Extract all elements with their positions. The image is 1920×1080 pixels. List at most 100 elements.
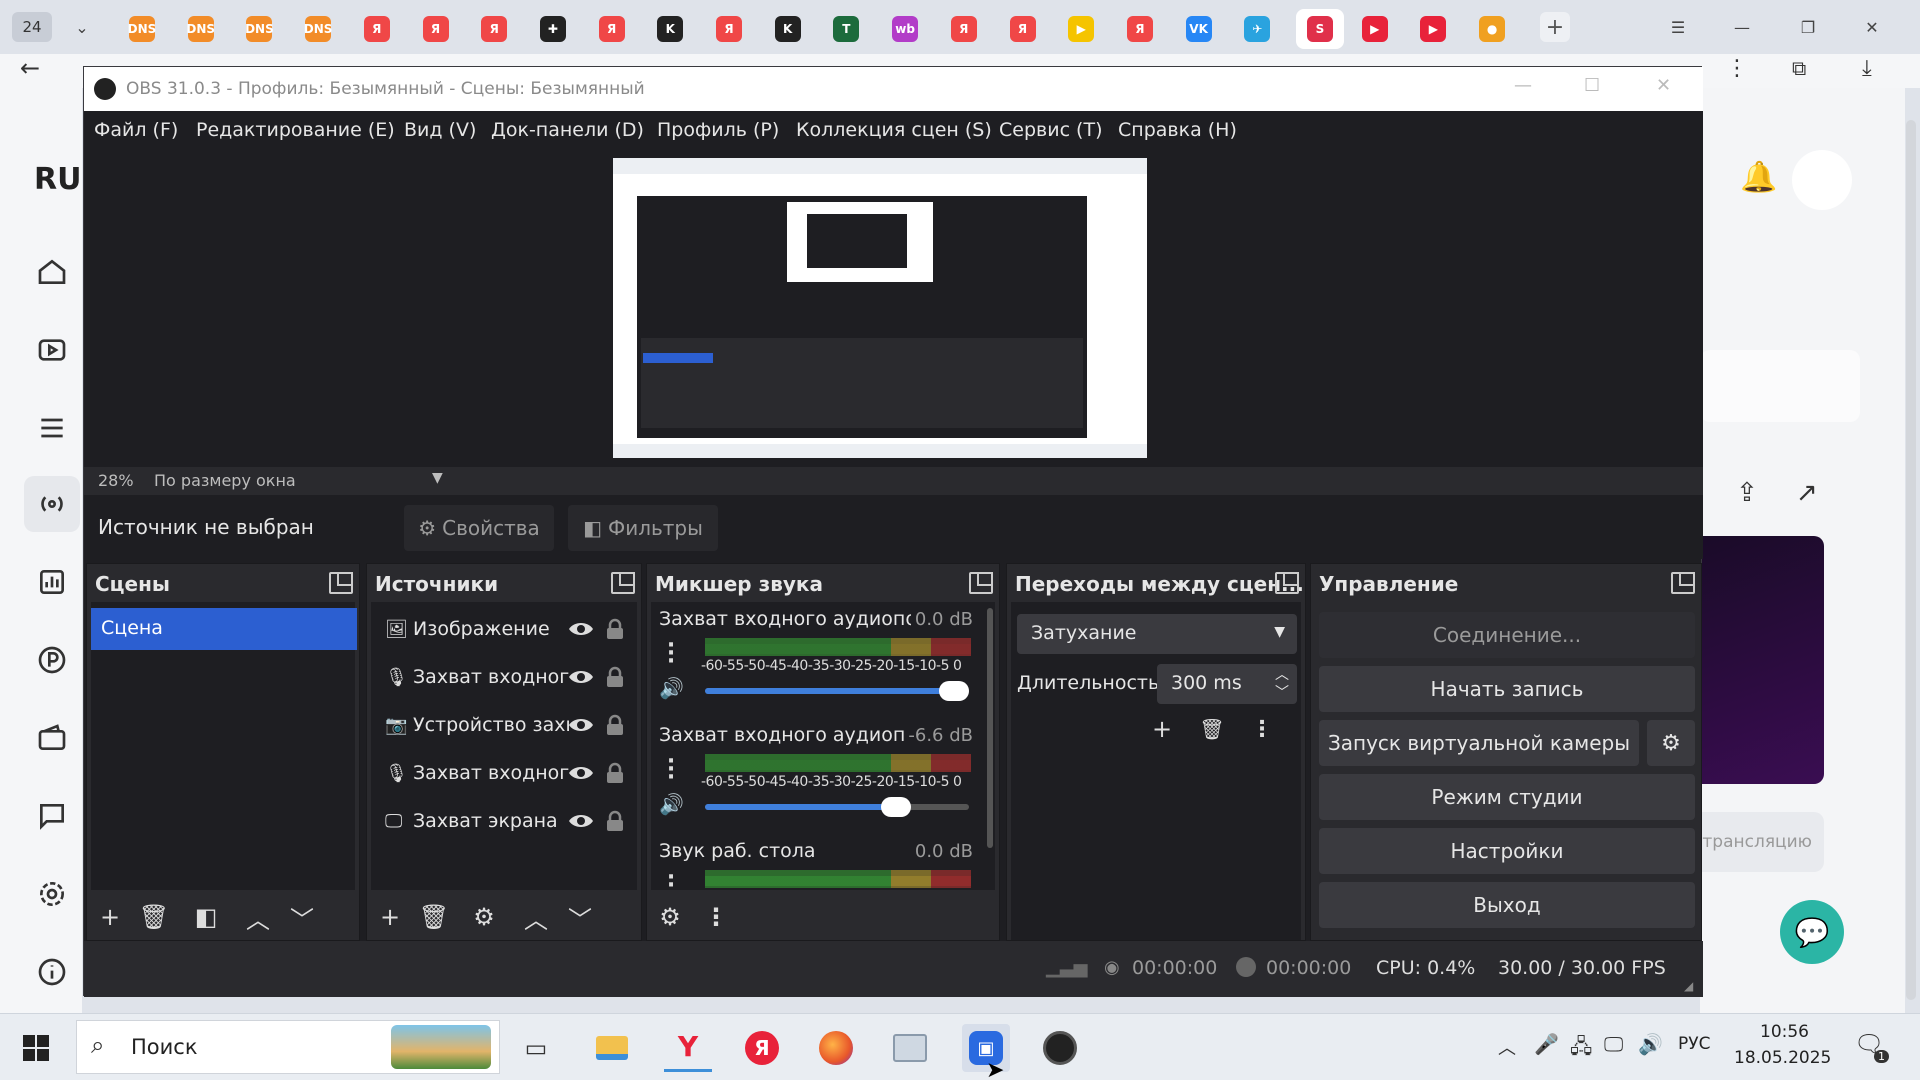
back-arrow-icon[interactable]: ← [20, 54, 40, 82]
browser-tab[interactable]: ▶ [1413, 9, 1453, 49]
scene-item[interactable]: Сцена [91, 608, 357, 650]
filters-button[interactable]: ◧ Фильтры [568, 505, 718, 551]
menu-tools[interactable]: Сервис (T) [999, 119, 1102, 141]
lock-icon[interactable] [605, 714, 625, 736]
speaker-icon[interactable]: 🔊 [659, 676, 684, 700]
source-item[interactable]: 🎙Захват входного аудиопотока [379, 658, 629, 698]
download-icon[interactable]: ⤓ [1862, 56, 1872, 81]
properties-button[interactable]: ⚙ Свойства [404, 505, 554, 551]
virtual-camera-gear-icon[interactable]: ⚙ [1647, 720, 1695, 766]
eye-icon[interactable] [567, 762, 595, 784]
eye-icon[interactable] [567, 810, 595, 832]
browser-tab[interactable]: Я [1120, 9, 1160, 49]
menu-view[interactable]: Вид (V) [404, 119, 476, 141]
gear-icon[interactable]: ⚙ [467, 900, 501, 934]
spin-up-icon[interactable]: ︿ [1275, 664, 1289, 684]
obs-maximize-icon[interactable]: ☐ [1584, 75, 1600, 96]
eye-icon[interactable] [567, 714, 595, 736]
volume-slider[interactable] [705, 681, 969, 701]
start-virtual-camera-button[interactable]: Запуск виртуальной камеры [1319, 720, 1639, 766]
trash-icon[interactable]: 🗑 [417, 900, 451, 934]
browser-tab[interactable]: Я [357, 9, 397, 49]
browser-tab[interactable]: T [826, 9, 866, 49]
speaker-icon[interactable]: 🔊 [659, 792, 684, 816]
undock-icon[interactable] [1671, 572, 1695, 594]
external-link-icon[interactable]: ↗ [1796, 478, 1818, 508]
new-tab-button[interactable]: + [1540, 12, 1570, 42]
menu-docks[interactable]: Док-панели (D) [491, 119, 644, 141]
studio-mode-button[interactable]: Режим студии [1319, 774, 1695, 820]
tab-count-badge[interactable]: 24 [12, 12, 52, 42]
source-item[interactable]: 🖵 Захват экрана [379, 802, 629, 842]
avatar[interactable] [1792, 150, 1852, 210]
page-scrollbar[interactable] [1906, 120, 1916, 1000]
transition-select[interactable]: Затухание ▼ [1017, 614, 1297, 654]
language-indicator[interactable]: РУС [1678, 1034, 1710, 1054]
clock-time[interactable]: 10:56 [1760, 1022, 1809, 1042]
browser-tab[interactable]: K [650, 9, 690, 49]
advanced-audio-gear-icon[interactable]: ⚙ [653, 900, 687, 934]
photo-viewer-icon[interactable] [886, 1024, 934, 1072]
obs-close-icon[interactable]: ✕ [1656, 75, 1671, 96]
firefox-icon[interactable] [812, 1024, 860, 1072]
windows-start-icon[interactable] [12, 1024, 60, 1072]
browser-tab[interactable]: Я [474, 9, 514, 49]
browser-tab[interactable]: ● [1472, 9, 1512, 49]
eye-icon[interactable] [567, 666, 595, 688]
chevron-up-icon[interactable]: ︿ [241, 900, 275, 934]
source-item[interactable]: 📷Устройство захвата видео [379, 706, 629, 746]
browser-tab[interactable]: ✚ [533, 9, 573, 49]
add-transition-button[interactable]: + [1145, 712, 1179, 746]
lock-icon[interactable] [605, 666, 625, 688]
browser-tab[interactable]: DNS [122, 9, 162, 49]
connect-button[interactable]: Соединение... [1319, 612, 1695, 658]
share-icon[interactable]: ⇪ [1736, 478, 1758, 508]
broadcast-icon[interactable] [24, 476, 80, 532]
menu-scene-collection[interactable]: Коллекция сцен (S) [796, 119, 992, 141]
browser-tab[interactable]: Я [592, 9, 632, 49]
browser-tab[interactable]: Я [416, 9, 456, 49]
chevron-down-icon[interactable]: ﹀ [285, 900, 319, 934]
add-source-button[interactable]: + [373, 900, 407, 934]
menu-help[interactable]: Справка (H) [1118, 119, 1237, 141]
gear-icon[interactable] [24, 866, 80, 922]
source-item[interactable]: 🎙Захват входного аудиопотока 2 [379, 754, 629, 794]
obs-minimize-icon[interactable]: — [1514, 75, 1532, 96]
ruble-icon[interactable] [24, 632, 80, 688]
zoom-dropdown-icon[interactable]: ▼ [432, 470, 443, 486]
browser-tab[interactable]: ▶ [1355, 9, 1395, 49]
menu-edit[interactable]: Редактирование (E) [196, 119, 395, 141]
mixer-scrollbar[interactable] [987, 608, 993, 848]
yandex-browser-icon[interactable]: Y [664, 1024, 712, 1072]
minimize-icon[interactable]: — [1722, 12, 1762, 42]
resize-grip-icon[interactable]: ◢ [1684, 979, 1693, 993]
info-icon[interactable] [24, 944, 80, 1000]
network-tray-icon[interactable]: 🖧 [1570, 1032, 1592, 1066]
spin-down-icon[interactable]: ﹀ [1275, 682, 1289, 702]
browser-tab[interactable]: VK [1179, 9, 1219, 49]
close-icon[interactable]: ✕ [1852, 12, 1892, 42]
duration-spinbox[interactable]: 300 ms ︿ ﹀ [1157, 664, 1297, 704]
browser-tab[interactable]: DNS [239, 9, 279, 49]
display-tray-icon[interactable]: 🖵 [1604, 1032, 1623, 1056]
browser-tab[interactable]: Я [709, 9, 749, 49]
undock-icon[interactable] [611, 572, 635, 594]
eye-icon[interactable] [567, 618, 595, 640]
preview-canvas[interactable] [613, 158, 1147, 458]
volume-tray-icon[interactable]: 🔊 [1638, 1032, 1663, 1056]
undock-icon[interactable] [1275, 572, 1299, 594]
channel-menu-icon[interactable]: ··· [661, 635, 681, 673]
browser-tab[interactable]: Я [1003, 9, 1043, 49]
chart-icon[interactable] [24, 554, 80, 610]
start-stream-button[interactable]: трансляцию [1700, 812, 1824, 872]
taskbar-search[interactable]: ⌕ Поиск [76, 1020, 500, 1074]
trash-icon[interactable]: 🗑 [137, 900, 171, 934]
file-explorer-icon[interactable] [588, 1024, 636, 1072]
volume-slider[interactable] [705, 797, 969, 817]
scene-filters-icon[interactable]: ◧ [189, 900, 223, 934]
transition-menu-icon[interactable]: ⋮ [1245, 712, 1279, 746]
mixer-menu-icon[interactable]: ⋮ [699, 900, 733, 934]
comment-icon[interactable] [24, 788, 80, 844]
home-icon[interactable] [24, 244, 80, 300]
collections-icon[interactable]: ⧉ [1792, 56, 1806, 80]
